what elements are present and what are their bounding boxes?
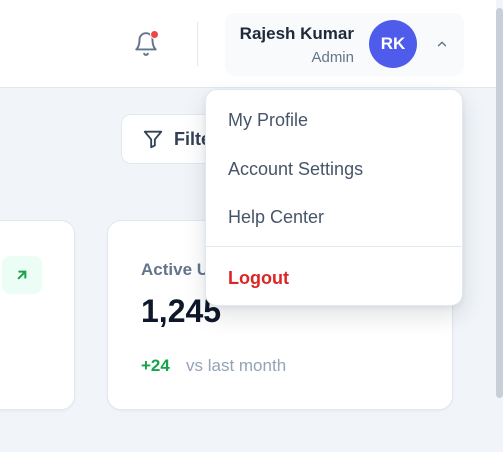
menu-item-my-profile[interactable]: My Profile <box>206 98 462 142</box>
notifications-button[interactable] <box>130 28 162 60</box>
user-dropdown-menu: My Profile Account Settings Help Center … <box>205 89 463 306</box>
header-divider <box>197 22 198 66</box>
user-role: Admin <box>311 49 354 66</box>
arrow-up-right-icon <box>17 270 27 280</box>
trend-badge <box>2 256 42 294</box>
stat-card <box>0 220 75 410</box>
avatar: RK <box>369 20 417 68</box>
filter-icon <box>143 130 163 149</box>
top-bar: Rajesh Kumar Admin RK <box>0 0 496 88</box>
card-delta: +24 <box>141 356 170 375</box>
menu-divider <box>206 246 462 247</box>
menu-item-help-center[interactable]: Help Center <box>206 195 462 239</box>
user-name: Rajesh Kumar <box>239 24 354 43</box>
user-menu-trigger[interactable]: Rajesh Kumar Admin RK <box>225 13 464 76</box>
scrollbar-thumb[interactable] <box>496 8 503 398</box>
menu-item-logout[interactable]: Logout <box>206 256 462 300</box>
card-delta-label: vs last month <box>186 356 287 375</box>
menu-item-account-settings[interactable]: Account Settings <box>206 147 462 191</box>
card-title: Active U <box>141 260 210 279</box>
page-scrollbar[interactable] <box>496 0 503 452</box>
chevron-up-icon <box>437 41 447 47</box>
notification-badge <box>150 30 159 39</box>
